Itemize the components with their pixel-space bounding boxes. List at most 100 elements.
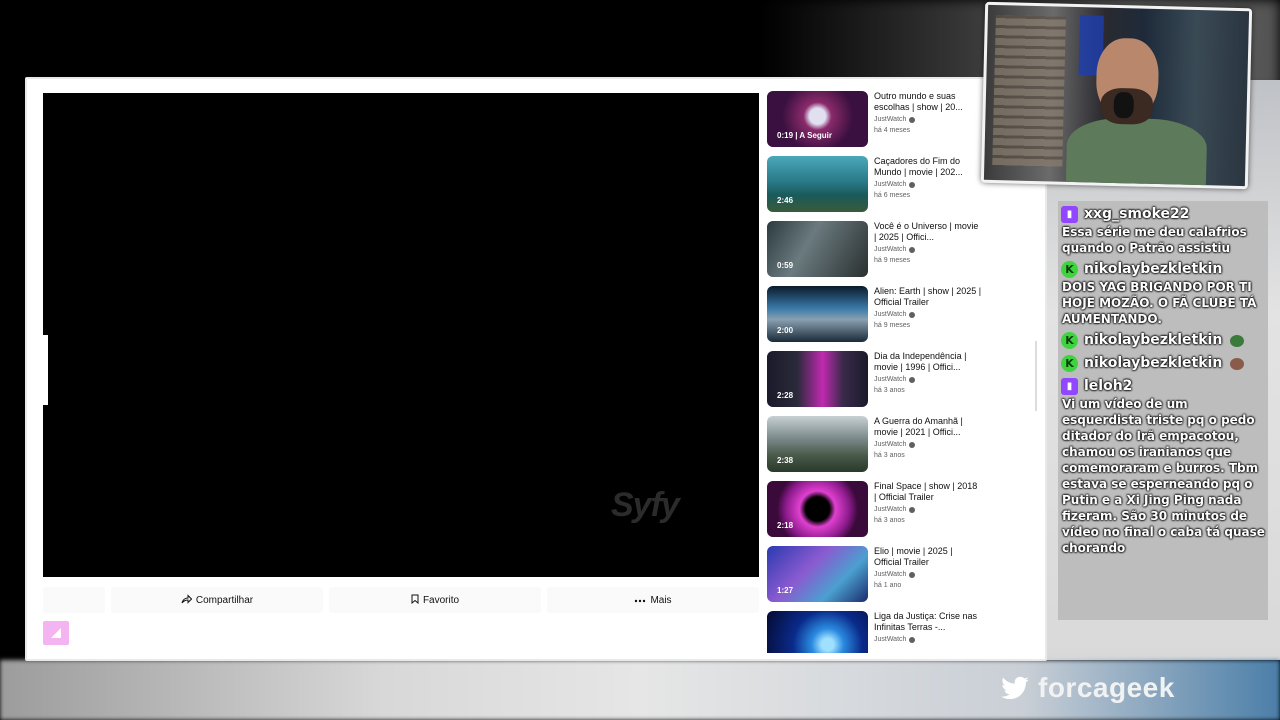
video-age: há 9 meses bbox=[874, 257, 911, 264]
share-icon bbox=[181, 593, 193, 607]
webcam-frame bbox=[980, 1, 1253, 190]
video-thumbnail[interactable]: 0:59 bbox=[767, 221, 868, 277]
face-emote-icon bbox=[1230, 357, 1245, 370]
recommendation-item[interactable]: 2:38 A Guerra do Amanhã | movie | 2021 |… bbox=[767, 416, 1027, 472]
video-age: há 6 meses bbox=[874, 192, 911, 199]
video-thumbnail[interactable]: 1:27 bbox=[767, 546, 868, 602]
channel-name[interactable]: JustWatch bbox=[874, 506, 906, 513]
channel-name[interactable]: JustWatch bbox=[874, 311, 906, 318]
video-thumbnail[interactable]: 2:00 bbox=[767, 286, 868, 342]
video-thumbnail[interactable]: 2:38 bbox=[767, 416, 868, 472]
bookmark-icon bbox=[411, 594, 419, 607]
video-thumbnail[interactable]: 2:28 bbox=[767, 351, 868, 407]
video-duration: 2:38 bbox=[777, 456, 794, 465]
video-page: Syfy Compartilhar Favorito Mais 0:19 | A… bbox=[37, 91, 1037, 653]
action-button-blank[interactable] bbox=[43, 587, 105, 613]
chat-username[interactable]: leloh2 bbox=[1084, 377, 1132, 396]
microphone bbox=[1113, 91, 1135, 119]
channel-name[interactable]: JustWatch bbox=[874, 571, 906, 578]
video-age: há 4 meses bbox=[874, 127, 911, 134]
stream-overlay: Syfy Compartilhar Favorito Mais 0:19 | A… bbox=[0, 0, 1280, 720]
video-title[interactable]: Dia da Independência | movie | 1996 | Of… bbox=[874, 351, 982, 373]
recommendation-item[interactable]: 2:28 Dia da Independência | movie | 1996… bbox=[767, 351, 1027, 407]
video-title[interactable]: Alien: Earth | show | 2025 | Official Tr… bbox=[874, 286, 982, 308]
twitter-bird-icon bbox=[1000, 673, 1030, 703]
webcam-feed bbox=[983, 4, 1250, 187]
chat-text: Essa série me deu calafrios quando o Pat… bbox=[1062, 225, 1247, 255]
chat-username[interactable]: nikolaybezkletkin bbox=[1084, 354, 1222, 373]
channel-name[interactable]: JustWatch bbox=[874, 246, 906, 253]
chat-username[interactable]: xxg_smoke22 bbox=[1084, 205, 1190, 224]
channel-name[interactable]: JustWatch bbox=[874, 181, 906, 188]
frog-emote-icon bbox=[1230, 334, 1245, 347]
video-title[interactable]: Elio | movie | 2025 | Official Trailer bbox=[874, 546, 982, 568]
twitch-badge-icon: ▮ bbox=[1061, 206, 1078, 223]
browser-window: Syfy Compartilhar Favorito Mais 0:19 | A… bbox=[25, 77, 1047, 661]
chat-message: K nikolaybezkletkin DOIS YAG BRIGANDO PO… bbox=[1061, 260, 1266, 327]
brand-watermark: forcageek bbox=[1000, 672, 1175, 704]
recommendation-item[interactable]: 2:00 Alien: Earth | show | 2025 | Offici… bbox=[767, 286, 1027, 342]
streamer-body bbox=[1065, 116, 1208, 187]
share-label: Compartilhar bbox=[195, 594, 254, 606]
video-thumbnail[interactable]: 2:18 bbox=[767, 481, 868, 537]
share-button[interactable]: Compartilhar bbox=[111, 587, 323, 613]
video-title[interactable]: Você é o Universo | movie | 2025 | Offic… bbox=[874, 221, 982, 243]
chat-message: K nikolaybezkletkin bbox=[1061, 354, 1266, 373]
kick-badge-icon: K bbox=[1061, 332, 1078, 349]
verified-icon bbox=[909, 311, 916, 318]
video-title[interactable]: Caçadores do Fim do Mundo | movie | 202.… bbox=[874, 156, 982, 178]
favorite-label: Favorito bbox=[422, 594, 460, 606]
favorite-button[interactable]: Favorito bbox=[329, 587, 541, 613]
kick-badge-icon: K bbox=[1061, 355, 1078, 372]
video-thumbnail[interactable]: 2:46 bbox=[767, 156, 868, 212]
chat-message: ▮ xxg_smoke22 Essa série me deu calafrio… bbox=[1061, 205, 1266, 256]
chat-message: K nikolaybezkletkin bbox=[1061, 331, 1266, 350]
video-age: há 1 ano bbox=[874, 582, 902, 589]
more-button[interactable]: Mais bbox=[547, 587, 759, 613]
video-thumbnail[interactable]: 0:19 | A Seguir bbox=[767, 91, 868, 147]
video-actions-bar: Compartilhar Favorito Mais bbox=[43, 587, 759, 613]
more-horizontal-icon bbox=[634, 595, 646, 606]
video-duration: 1:27 bbox=[777, 586, 794, 595]
recommendation-item[interactable]: 0:59 Você é o Universo | movie | 2025 | … bbox=[767, 221, 1027, 277]
recommendation-item[interactable]: Liga da Justiça: Crise nas Infinitas Ter… bbox=[767, 611, 1027, 653]
video-age: há 3 anos bbox=[874, 387, 905, 394]
video-age: há 3 anos bbox=[874, 517, 905, 524]
video-duration: 2:00 bbox=[777, 326, 794, 335]
recommendation-item[interactable]: 2:18 Final Space | show | 2018 | Officia… bbox=[767, 481, 1027, 537]
verified-icon bbox=[909, 181, 916, 188]
verified-icon bbox=[909, 571, 916, 578]
verified-icon bbox=[909, 116, 916, 123]
channel-name[interactable]: JustWatch bbox=[874, 376, 906, 383]
chat-username[interactable]: nikolaybezkletkin bbox=[1084, 260, 1222, 279]
chat-username[interactable]: nikolaybezkletkin bbox=[1084, 331, 1222, 350]
verified-icon bbox=[909, 506, 916, 513]
scrollbar[interactable] bbox=[1035, 341, 1037, 411]
video-duration: 2:18 bbox=[777, 521, 794, 530]
video-duration: 2:46 bbox=[777, 196, 794, 205]
video-thumbnail[interactable] bbox=[767, 611, 868, 653]
channel-name[interactable]: JustWatch bbox=[874, 636, 906, 643]
verified-icon bbox=[909, 376, 916, 383]
channel-name[interactable]: JustWatch bbox=[874, 116, 906, 123]
video-age: há 3 anos bbox=[874, 452, 905, 459]
video-title[interactable]: A Guerra do Amanhã | movie | 2021 | Offi… bbox=[874, 416, 982, 438]
chat-text: Vi um vídeo de um esquerdista triste pq … bbox=[1062, 397, 1265, 555]
channel-watermark: Syfy bbox=[611, 486, 680, 524]
bookshelf bbox=[992, 15, 1066, 167]
video-title[interactable]: Final Space | show | 2018 | Official Tra… bbox=[874, 481, 982, 503]
chat-message: ▮ leloh2 Vi um vídeo de um esquerdista t… bbox=[1061, 377, 1266, 556]
video-title[interactable]: Outro mundo e suas escolhas | show | 20.… bbox=[874, 91, 982, 113]
verified-icon bbox=[909, 246, 916, 253]
video-player[interactable]: Syfy bbox=[43, 93, 759, 577]
video-title[interactable]: Liga da Justiça: Crise nas Infinitas Ter… bbox=[874, 611, 982, 633]
video-duration: 0:19 | A Seguir bbox=[777, 131, 832, 140]
channel-name[interactable]: JustWatch bbox=[874, 441, 906, 448]
video-duration: 0:59 bbox=[777, 261, 794, 270]
verified-icon bbox=[909, 441, 916, 448]
corner-logo-icon[interactable] bbox=[43, 621, 69, 645]
player-edge-marker bbox=[43, 335, 48, 405]
recommendation-item[interactable]: 1:27 Elio | movie | 2025 | Official Trai… bbox=[767, 546, 1027, 602]
chat-panel: ▮ xxg_smoke22 Essa série me deu calafrio… bbox=[1058, 201, 1268, 620]
video-age: há 9 meses bbox=[874, 322, 911, 329]
